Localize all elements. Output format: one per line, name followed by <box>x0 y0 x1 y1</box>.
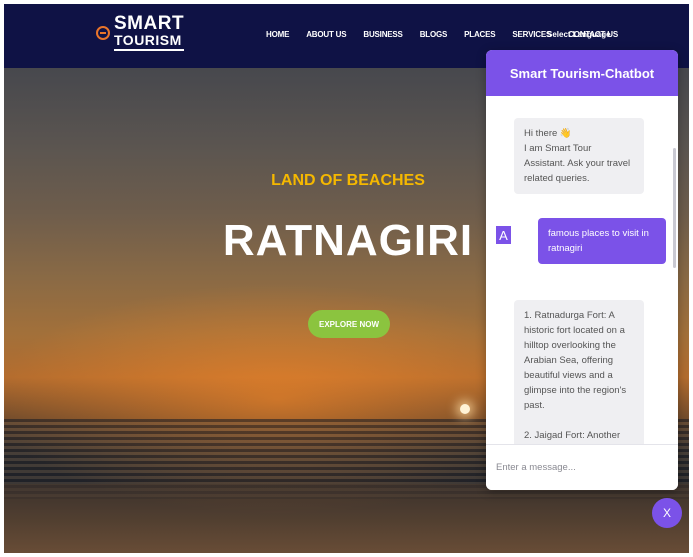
sun-image <box>460 404 470 414</box>
nav-business[interactable]: BUSINESS <box>363 30 403 39</box>
beach-image <box>4 484 689 553</box>
logo-line1: SMART <box>114 13 185 34</box>
message-input[interactable] <box>486 444 678 490</box>
close-chat-button[interactable]: X <box>652 498 682 528</box>
hero-title: RATNAGIRI <box>222 216 474 265</box>
logo-icon <box>96 25 110 40</box>
chat-scrollbar[interactable] <box>673 148 676 268</box>
nav-about-us[interactable]: ABOUT US <box>306 30 346 39</box>
explore-now-button[interactable]: EXPLORE NOW <box>308 310 390 338</box>
chatbot-panel: Smart Tourism-Chatbot Hi there 👋 I am Sm… <box>486 50 678 490</box>
hero-subtitle: LAND OF BEACHES <box>271 172 425 189</box>
reply-item-1: 1. Ratnadurga Fort: A historic fort loca… <box>524 310 627 411</box>
nav-places[interactable]: PLACES <box>464 30 495 39</box>
user-message: famous places to visit in ratnagiri <box>538 218 666 264</box>
site-logo[interactable]: SMART TOURISM <box>96 13 185 51</box>
browser-viewport: SMART TOURISM HOME ABOUT US BUSINESS BLO… <box>4 4 689 553</box>
language-selector[interactable]: Select Language <box>547 30 611 39</box>
bot-reply-message: 1. Ratnadurga Fort: A historic fort loca… <box>514 300 644 444</box>
chatbot-title: Smart Tourism-Chatbot <box>486 50 678 96</box>
nav-services[interactable]: SERVICES <box>512 30 551 39</box>
bot-avatar: A <box>496 226 511 244</box>
nav-blogs[interactable]: BLOGS <box>420 30 448 39</box>
bot-greeting-message: Hi there 👋 I am Smart Tour Assistant. As… <box>514 118 644 194</box>
nav-home[interactable]: HOME <box>266 30 289 39</box>
chat-messages[interactable]: Hi there 👋 I am Smart Tour Assistant. As… <box>486 96 678 444</box>
reply-item-2: 2. Jaigad Fort: Another ancient fort wit… <box>524 430 621 441</box>
logo-line2: TOURISM <box>114 33 185 51</box>
